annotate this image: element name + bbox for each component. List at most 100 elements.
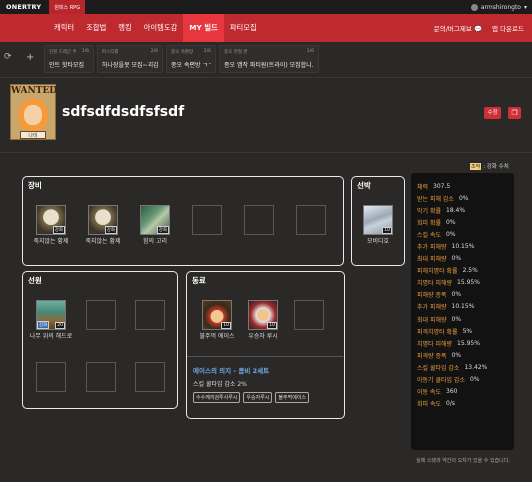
stat-value: 0% (458, 194, 469, 202)
stat-value: 0% (451, 351, 462, 359)
set-tag: 우승자루시 (243, 392, 273, 403)
stat-label: 받는 피해 감소 (417, 195, 454, 203)
stat-row: 추가 피해량 10.15% (417, 301, 508, 313)
stat-row: 치명타 피해량 15.95% (417, 337, 508, 349)
item-name: 힘의 고리 (143, 238, 167, 245)
main-nav: 캐릭터 조합법 랭킹 아이템도감 MY 빌드 파티모집 문의/버그제보 💬 앱 … (0, 14, 532, 42)
stat-value: 0% (469, 376, 480, 384)
avatar (470, 3, 478, 11)
stat-value: 0% (451, 255, 462, 263)
panel-title: 선원 (28, 276, 42, 285)
copy-icon: ❐ (511, 109, 518, 117)
stat-row: 최대 피해량 0% (417, 253, 508, 265)
refresh-icon[interactable]: ⟳ (4, 52, 14, 66)
stat-value: 0/s (446, 400, 455, 408)
empty-slot[interactable] (36, 362, 66, 392)
stat-row: 피해치명타 확률 2.5% (417, 265, 508, 277)
ship-panel: 선박 10 모비디호 (351, 176, 405, 266)
stat-value: 0% (446, 230, 456, 238)
stat-row: 치명타 피해량 15.95% (417, 277, 508, 289)
stat-label: 이동 속도 (417, 389, 441, 397)
panel-title: 장비 (28, 181, 42, 190)
legend-badge: 조작 (470, 162, 482, 170)
stat-label: 회피 확률 (417, 219, 441, 227)
stat-label: 체력 (417, 183, 429, 191)
set-tags: 수수께끼검투사루시 우승자루시 불주먹에이스 (193, 392, 310, 403)
stat-label: 추가 피해량 (417, 244, 447, 252)
chat-icon: 💬 (473, 25, 483, 33)
brand-logo[interactable]: ONERTRY (6, 3, 41, 11)
nav-contact[interactable]: 문의/버그제보 💬 (434, 23, 482, 33)
stat-label: 스킬 쿨타임 감소 (417, 364, 460, 372)
stat-label: 회피 속도 (417, 401, 441, 409)
nav-item-dex[interactable]: 아이템도감 (138, 14, 184, 42)
game-tab[interactable]: 원피스 RPG (49, 0, 86, 14)
stat-label: 추가 피해량 (417, 304, 447, 312)
panel-title: 동료 (192, 276, 206, 285)
equipment-slot[interactable]: 강화 (36, 205, 66, 235)
stat-row: 스킬 속도 0% (417, 228, 508, 240)
stat-value: 15.95% (457, 339, 480, 347)
user-menu[interactable]: armshirongto ▾ (470, 0, 527, 14)
set-bonus-title: 에이스의 의지 - 콤비 2세트 (193, 367, 270, 375)
portrait-name: 나미 (20, 131, 46, 139)
stat-label: 최대 피해량 (417, 256, 447, 264)
top-bar: ONERTRY 원피스 RPG armshirongto ▾ (0, 0, 532, 14)
stat-label: 치명타 피해량 (417, 280, 453, 288)
nav-ranking[interactable]: 랭킹 (112, 14, 137, 42)
stat-label: 스킬 속도 (417, 231, 441, 239)
panel-title: 선박 (357, 181, 371, 190)
empty-slot[interactable] (86, 362, 116, 392)
notice-card[interactable]: 종오 관절 완 1/6 종오 앱작 파티원(트라이) 모집합니... (219, 45, 319, 73)
legend-label: : 강화 수치 (483, 164, 509, 170)
nav-party[interactable]: 파티모집 (224, 14, 263, 42)
empty-slot[interactable] (135, 362, 165, 392)
stat-value: 10.15% (451, 303, 475, 311)
notice-card[interactable]: 인원 드래곤 주 1/6 인트 핫타모집 (44, 45, 94, 73)
stat-label: 아동기 쿨타임 감소 (417, 377, 465, 385)
stat-label: 피격치명타 확률 (417, 328, 458, 336)
set-tag: 불주먹에이스 (275, 392, 310, 403)
set-bonus-desc: 스킬 쿨타임 감소 2% (193, 381, 247, 388)
companion-panel: 동료 10 10 불주먹 에이스 우승자 루시 에이스의 의지 - 콤비 2세트… (186, 271, 345, 419)
nav-app-download[interactable]: 앱 다운로드 (492, 23, 524, 33)
empty-slot[interactable] (86, 300, 116, 330)
copy-button[interactable]: ❐ (508, 107, 521, 119)
crew-name: 나무 위의 해드로 (29, 333, 73, 340)
empty-slot[interactable] (192, 205, 222, 235)
edit-button[interactable]: 수정 (484, 107, 501, 119)
empty-slot[interactable] (135, 300, 165, 330)
nav-my-build[interactable]: MY 빌드 (183, 14, 224, 42)
stat-value: 5% (462, 327, 473, 335)
divider (0, 152, 532, 153)
legend: 조작 : 강화 수치 (470, 162, 509, 170)
stat-row: 아동기 쿨타임 감소 0% (417, 374, 508, 386)
companion-slot[interactable]: 10 (248, 300, 278, 330)
stat-label: 막기 확률 (417, 207, 441, 215)
equipment-slot[interactable]: 강화 (88, 205, 118, 235)
companion-slot[interactable]: 10 (202, 300, 232, 330)
nav-recipes[interactable]: 조합법 (80, 14, 112, 42)
add-icon[interactable]: + (26, 52, 36, 66)
stat-row: 회피 속도 0/s (417, 398, 508, 410)
equipment-slot[interactable]: 강화 (140, 205, 170, 235)
empty-slot[interactable] (294, 300, 324, 330)
stat-row: 회피 확률 0% (417, 216, 508, 228)
notice-card[interactable]: 종오 속편방 2/6 종오 속편방 ㄱㄱ (166, 45, 216, 73)
stat-label: 피해량 증폭 (417, 292, 447, 300)
stat-value: 13.42% (464, 363, 488, 371)
stat-value: 0% (451, 315, 462, 323)
set-tag: 수수께끼검투사루시 (193, 392, 241, 403)
empty-slot[interactable] (296, 205, 326, 235)
stat-value: 0% (451, 291, 462, 299)
stat-row: 체력 307.5 (417, 180, 508, 192)
crew-slot[interactable]: 강화 20 (36, 300, 66, 330)
equipment-panel: 장비 강화 강화 강화 죽지않는 황제 죽지않는 황제 힘의 고리 (22, 176, 344, 266)
nav-characters[interactable]: 캐릭터 (48, 14, 80, 42)
ship-slot[interactable]: 10 (363, 205, 393, 235)
notice-card[interactable]: 파스티를 2/6 하나장을못 모집~괴감~ (97, 45, 163, 73)
divider (187, 356, 343, 357)
face-shape (24, 105, 42, 125)
empty-slot[interactable] (244, 205, 274, 235)
stat-row: 추가 피해량 10.15% (417, 240, 508, 252)
